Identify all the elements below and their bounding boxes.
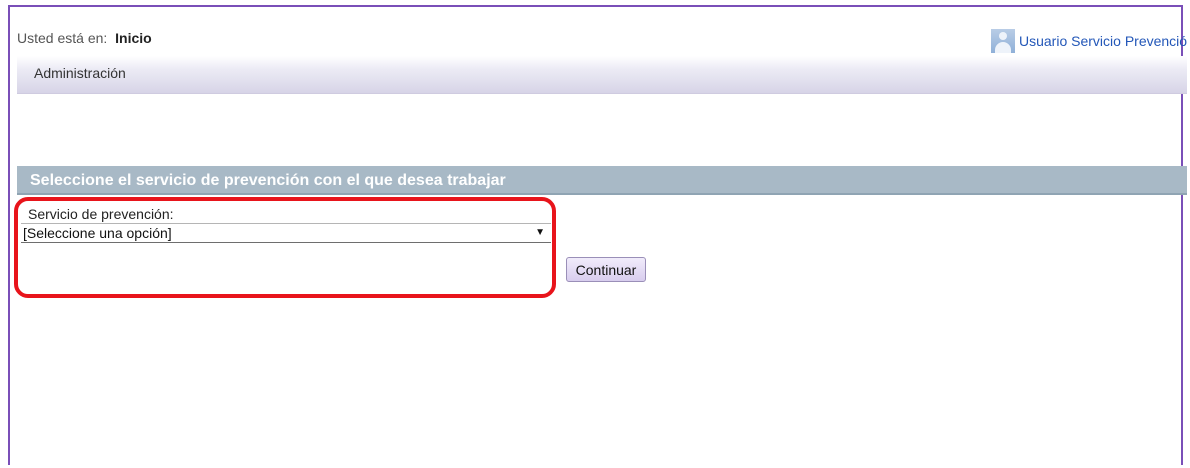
triangle-down-icon: ▼	[535, 227, 545, 238]
section-title: Seleccione el servicio de prevención con…	[17, 166, 1187, 195]
breadcrumb-current: Inicio	[115, 30, 152, 46]
service-select[interactable]: [Seleccione una opción] ▼	[21, 223, 551, 243]
service-field-label: Servicio de prevención:	[28, 206, 174, 222]
main-menu-bar: Administración	[17, 56, 1187, 94]
user-menu[interactable]: Usuario Servicio Prevención	[991, 28, 1187, 54]
breadcrumb: Usted está en: Inicio	[17, 30, 152, 46]
breadcrumb-prefix: Usted está en:	[17, 30, 108, 46]
menu-item-administracion[interactable]: Administración	[34, 65, 126, 81]
service-select-value: [Seleccione una opción]	[23, 225, 172, 241]
continue-button[interactable]: Continuar	[566, 257, 646, 282]
user-name-link[interactable]: Usuario Servicio Prevención	[1019, 33, 1187, 49]
user-avatar-icon	[991, 29, 1015, 53]
